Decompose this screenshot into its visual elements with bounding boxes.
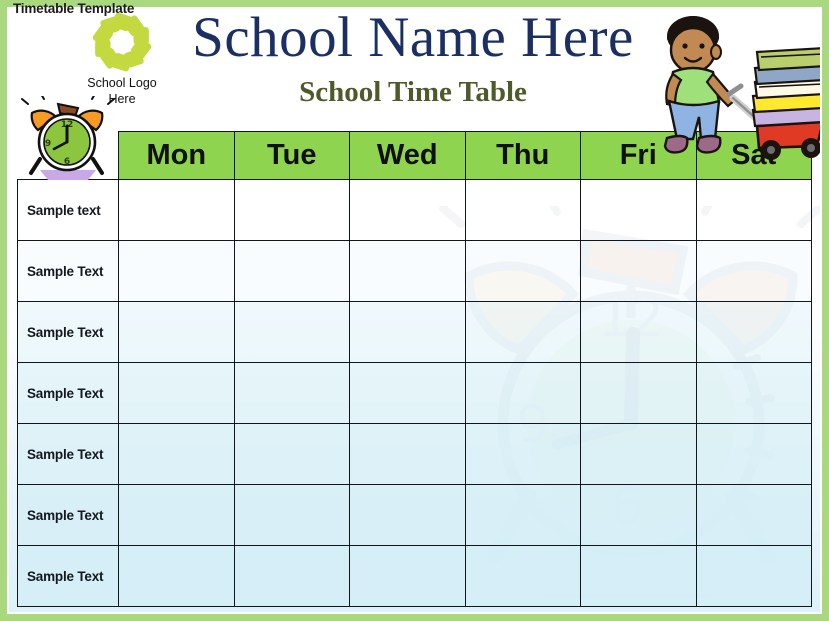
flower-pinwheel-logo-icon <box>92 12 152 72</box>
slot-cell[interactable] <box>118 484 235 546</box>
slot-cell[interactable] <box>580 423 697 485</box>
row-label[interactable]: Sample Text <box>17 362 119 424</box>
table-row: Sample Text <box>17 240 812 302</box>
slot-cell[interactable] <box>695 545 812 607</box>
slot-cell[interactable] <box>233 240 350 302</box>
slot-cell[interactable] <box>695 423 812 485</box>
slot-cell[interactable] <box>464 484 581 546</box>
boy-pulling-book-wagon-icon <box>663 16 829 160</box>
slot-cell[interactable] <box>580 240 697 302</box>
slot-cell[interactable] <box>118 301 235 363</box>
svg-text:6: 6 <box>64 157 70 167</box>
slot-cell[interactable] <box>349 545 466 607</box>
slot-cell[interactable] <box>233 545 350 607</box>
slot-cell[interactable] <box>695 301 812 363</box>
day-header-mon[interactable]: Mon <box>118 131 235 180</box>
table-row: Sample Text <box>17 301 812 363</box>
slot-cell[interactable] <box>233 423 350 485</box>
slot-cell[interactable] <box>349 423 466 485</box>
slot-cell[interactable] <box>464 423 581 485</box>
timetable-grid[interactable]: Mon Tue Wed Thu Fri Sat Sample text Samp… <box>17 131 812 607</box>
row-label[interactable]: Sample Text <box>17 301 119 363</box>
slot-cell[interactable] <box>695 179 812 241</box>
day-header-tue[interactable]: Tue <box>233 131 350 180</box>
timetable-template-page: Timetable Template School Logo Here Scho… <box>0 0 829 621</box>
school-time-table-subtitle[interactable]: School Time Table <box>168 76 658 109</box>
document-caption: Timetable Template <box>13 1 135 16</box>
table-row: Sample text <box>17 179 812 241</box>
timetable-container: 12 9 6 Mon Tue Wed Thu Fri <box>17 131 823 607</box>
slot-cell[interactable] <box>118 423 235 485</box>
slot-cell[interactable] <box>580 179 697 241</box>
svg-text:9: 9 <box>45 139 51 149</box>
school-name-title[interactable]: School Name Here <box>168 8 658 68</box>
row-label[interactable]: Sample Text <box>17 484 119 546</box>
slot-cell[interactable] <box>233 301 350 363</box>
slot-cell[interactable] <box>464 240 581 302</box>
slot-cell[interactable] <box>349 301 466 363</box>
slot-cell[interactable] <box>349 362 466 424</box>
slot-cell[interactable] <box>233 179 350 241</box>
slot-cell[interactable] <box>464 545 581 607</box>
day-header-thu[interactable]: Thu <box>464 131 581 180</box>
slot-cell[interactable] <box>233 484 350 546</box>
slot-cell[interactable] <box>580 362 697 424</box>
school-logo-block[interactable]: School Logo Here <box>72 12 172 107</box>
slot-cell[interactable] <box>349 484 466 546</box>
slot-cell[interactable] <box>464 179 581 241</box>
school-logo-caption-line1: School Logo <box>87 76 157 90</box>
slot-cell[interactable] <box>464 301 581 363</box>
slot-cell[interactable] <box>233 362 350 424</box>
slot-cell[interactable] <box>349 179 466 241</box>
table-row: Sample Text <box>17 362 812 424</box>
title-area: School Name Here School Time Table <box>168 8 658 109</box>
row-label[interactable]: Sample Text <box>17 545 119 607</box>
table-row: Sample Text <box>17 484 812 546</box>
slot-cell[interactable] <box>118 362 235 424</box>
slot-cell[interactable] <box>118 545 235 607</box>
slot-cell[interactable] <box>349 240 466 302</box>
day-header-wed[interactable]: Wed <box>349 131 466 180</box>
row-label[interactable]: Sample text <box>17 179 119 241</box>
row-label[interactable]: Sample Text <box>17 423 119 485</box>
slot-cell[interactable] <box>580 484 697 546</box>
slot-cell[interactable] <box>695 484 812 546</box>
slot-cell[interactable] <box>580 301 697 363</box>
slot-cell[interactable] <box>118 240 235 302</box>
slot-cell[interactable] <box>695 240 812 302</box>
table-row: Sample Text <box>17 423 812 485</box>
slot-cell[interactable] <box>464 362 581 424</box>
slot-cell[interactable] <box>118 179 235 241</box>
slot-cell[interactable] <box>580 545 697 607</box>
table-row: Sample Text <box>17 545 812 607</box>
row-label[interactable]: Sample Text <box>17 240 119 302</box>
alarm-clock-icon: 12 9 6 <box>21 96 115 180</box>
slot-cell[interactable] <box>695 362 812 424</box>
